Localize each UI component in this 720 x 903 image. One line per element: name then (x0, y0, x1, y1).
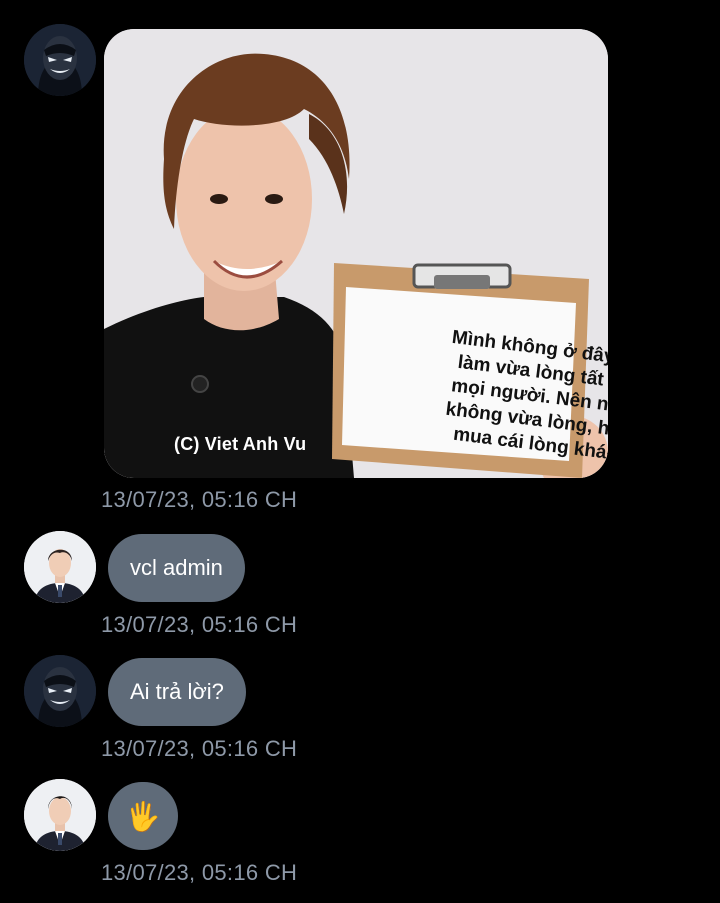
avatar-masked-user[interactable] (24, 655, 96, 727)
shared-image[interactable]: Mình không ở đây để làm vừa lòng tất cả … (104, 29, 608, 478)
message-bubble[interactable]: 🖐 (108, 782, 178, 850)
avatar-masked-user[interactable] (24, 24, 96, 96)
masked-face-icon (24, 655, 96, 727)
message-timestamp: 13/07/23, 05:16 CH (101, 487, 298, 512)
message-timestamp: 13/07/23, 05:16 CH (101, 612, 298, 637)
raised-hand-icon: 🖐 (125, 800, 161, 832)
avatar-user-suit[interactable] (24, 779, 96, 851)
message-timestamp: 13/07/23, 05:16 CH (101, 736, 298, 761)
meme-credit: (C) Viet Anh Vu (174, 434, 307, 454)
message-text: Ai trả lời? (130, 679, 224, 704)
person-avatar-icon (24, 779, 96, 851)
message-bubble[interactable]: vcl admin (108, 534, 245, 602)
person-avatar-icon (24, 531, 96, 603)
message-bubble[interactable]: Ai trả lời? (108, 658, 246, 726)
message-text: vcl admin (130, 555, 223, 580)
masked-face-icon (24, 24, 96, 96)
avatar-user-suit[interactable] (24, 531, 96, 603)
message-timestamp: 13/07/23, 05:16 CH (101, 860, 298, 885)
